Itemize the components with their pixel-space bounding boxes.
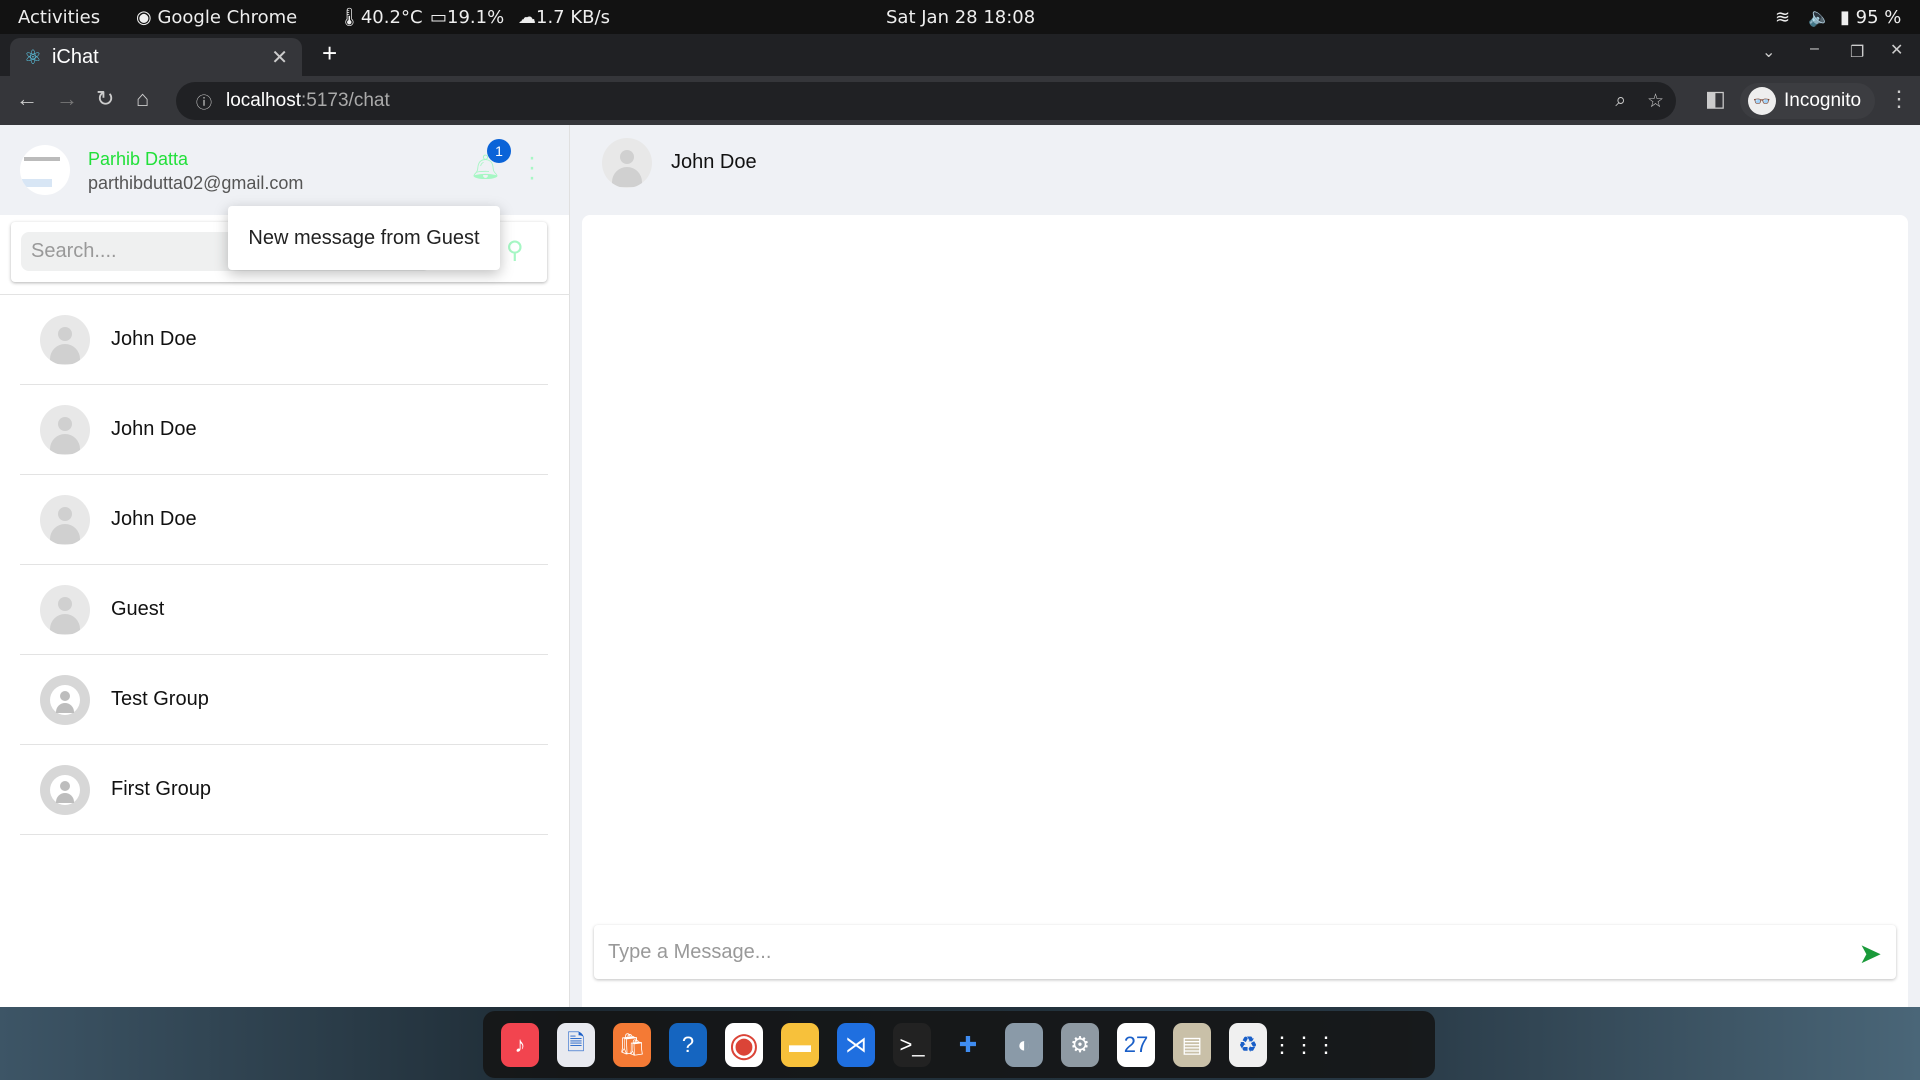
writer-icon[interactable]: 🗎	[557, 1022, 595, 1067]
incognito-icon: 👓	[1748, 87, 1776, 115]
network-readout: ☁1.7 KB/s	[518, 6, 610, 28]
user-avatar-icon	[40, 494, 90, 545]
tab-search-icon[interactable]: ⌄	[1762, 42, 1775, 62]
side-panel-icon[interactable]: ◧	[1705, 86, 1726, 112]
contact-name: John Doe	[111, 328, 197, 350]
close-tab-icon[interactable]: ✕	[271, 45, 288, 70]
close-window-icon[interactable]: ✕	[1890, 40, 1903, 60]
message-input[interactable]	[608, 933, 1828, 971]
chat-avatar	[602, 138, 652, 188]
chrome-icon[interactable]: ◉	[725, 1022, 763, 1067]
wifi-icon[interactable]: ≋	[1775, 7, 1790, 28]
active-app-label: Google Chrome	[157, 6, 298, 28]
dock: ♪ 🗎 🛍? ◉ ▬ ⋊ >_ ✚ ◐ ⚙ 27 ▤ ♻ ⋮⋮⋮	[483, 1011, 1435, 1078]
sidebar: Parhib Datta parthibdutta02@gmail.com 🔔︎…	[0, 125, 570, 1007]
calendar-icon[interactable]: 27	[1117, 1022, 1155, 1067]
profile-header: Parhib Datta parthibdutta02@gmail.com 🔔︎…	[0, 125, 569, 215]
trash-icon[interactable]: ♻	[1229, 1022, 1267, 1067]
extensions-icon[interactable]: ✚	[949, 1023, 987, 1067]
url-host: localhost	[226, 90, 301, 111]
toggle-icon[interactable]: ◐	[1005, 1022, 1043, 1067]
notification-menu-item[interactable]: New message from Guest	[228, 206, 500, 270]
cpu-readout: ▭19.1%	[430, 6, 505, 28]
chat-title: John Doe	[671, 151, 757, 173]
info-icon[interactable]: ⓘ	[196, 89, 212, 113]
react-favicon-icon: ⚛	[24, 46, 42, 69]
message-area: ➤	[582, 215, 1908, 1007]
message-composer: ➤	[594, 925, 1896, 979]
notification-text: New message from Guest	[248, 226, 480, 249]
chat-header: John Doe	[582, 125, 1912, 215]
files-icon[interactable]: ▬	[781, 1022, 819, 1067]
reload-icon[interactable]: ↻	[96, 86, 114, 112]
tab-ichat[interactable]: ⚛ iChat ✕	[10, 38, 302, 76]
activities-button[interactable]: Activities	[18, 7, 100, 28]
user-avatar-icon	[40, 404, 90, 455]
zoom-icon[interactable]: ⌕	[1615, 90, 1626, 112]
app-grid-icon[interactable]: ⋮⋮⋮	[1271, 1023, 1337, 1067]
new-tab-icon[interactable]: +	[322, 38, 337, 69]
back-icon[interactable]: ←	[16, 86, 38, 112]
notification-badge: 1	[487, 139, 511, 163]
settings-icon[interactable]: ⚙	[1061, 1022, 1099, 1067]
user-avatar-icon	[40, 314, 90, 365]
maximize-icon[interactable]: ❐	[1850, 42, 1864, 62]
contact-item[interactable]: Guest	[20, 565, 548, 655]
software-icon[interactable]: 🛍	[613, 1022, 651, 1067]
minimize-icon[interactable]: –	[1810, 40, 1819, 58]
contact-name: Test Group	[111, 688, 209, 710]
tab-title: iChat	[51, 45, 99, 68]
active-app-menu[interactable]: ◉ Google Chrome	[136, 7, 297, 28]
volume-icon[interactable]: 🔈	[1808, 7, 1830, 28]
bookmark-star-icon[interactable]: ☆	[1647, 90, 1664, 113]
send-icon[interactable]: ➤	[1859, 937, 1882, 970]
archive-icon[interactable]: ▤	[1173, 1022, 1211, 1067]
help-icon[interactable]: ?	[669, 1022, 707, 1067]
contact-item[interactable]: John Doe	[20, 475, 548, 565]
browser-tab-bar: ⚛ iChat ✕ + ⌄ – ❐ ✕	[0, 34, 1920, 76]
home-icon[interactable]: ⌂	[136, 86, 149, 112]
contact-name: First Group	[111, 778, 212, 800]
contact-list: John Doe John Doe John Doe Guest Test Group F…	[20, 295, 548, 835]
search-icon[interactable]: ⚲	[506, 236, 524, 265]
user-avatar-icon	[40, 584, 90, 635]
user-email: parthibdutta02@gmail.com	[88, 173, 304, 193]
contact-item[interactable]: John Doe	[20, 385, 548, 475]
more-options-icon[interactable]: · · ·	[528, 146, 536, 190]
url-path: :5173/chat	[301, 90, 390, 111]
battery-indicator[interactable]: ▮ 95 %	[1840, 7, 1901, 28]
incognito-profile[interactable]: 👓 Incognito	[1740, 83, 1876, 119]
browser-toolbar: ← → ↻ ⌂ ⓘ localhost:5173/chat ⌕ ☆ ◧ 👓 In…	[0, 76, 1920, 125]
music-icon[interactable]: ♪	[501, 1022, 539, 1067]
vscode-icon[interactable]: ⋊	[837, 1022, 875, 1067]
contact-name: John Doe	[111, 418, 197, 440]
user-name: Parhib Datta	[88, 149, 189, 169]
address-bar[interactable]: ⓘ localhost:5173/chat ⌕ ☆	[176, 82, 1676, 120]
system-top-bar: Activities ◉ Google Chrome 🌡40.2°C ▭19.1…	[0, 0, 1920, 34]
menu-icon[interactable]: ⋮	[1888, 86, 1910, 112]
contact-item[interactable]: Test Group	[20, 655, 548, 745]
contact-name: John Doe	[111, 508, 197, 530]
user-avatar[interactable]	[20, 145, 70, 195]
forward-icon[interactable]: →	[56, 86, 78, 112]
profile-label: Incognito	[1784, 90, 1862, 111]
contact-item[interactable]: First Group	[20, 745, 548, 835]
group-avatar-icon	[40, 674, 90, 725]
clock[interactable]: Sat Jan 28 18:08	[886, 7, 1035, 28]
contact-name: Guest	[111, 598, 165, 620]
temperature-readout: 🌡40.2°C	[338, 6, 423, 28]
ichat-app: Parhib Datta parthibdutta02@gmail.com 🔔︎…	[0, 125, 1920, 1007]
terminal-icon[interactable]: >_	[893, 1022, 931, 1067]
contact-item[interactable]: John Doe	[20, 295, 548, 385]
group-avatar-icon	[40, 764, 90, 815]
